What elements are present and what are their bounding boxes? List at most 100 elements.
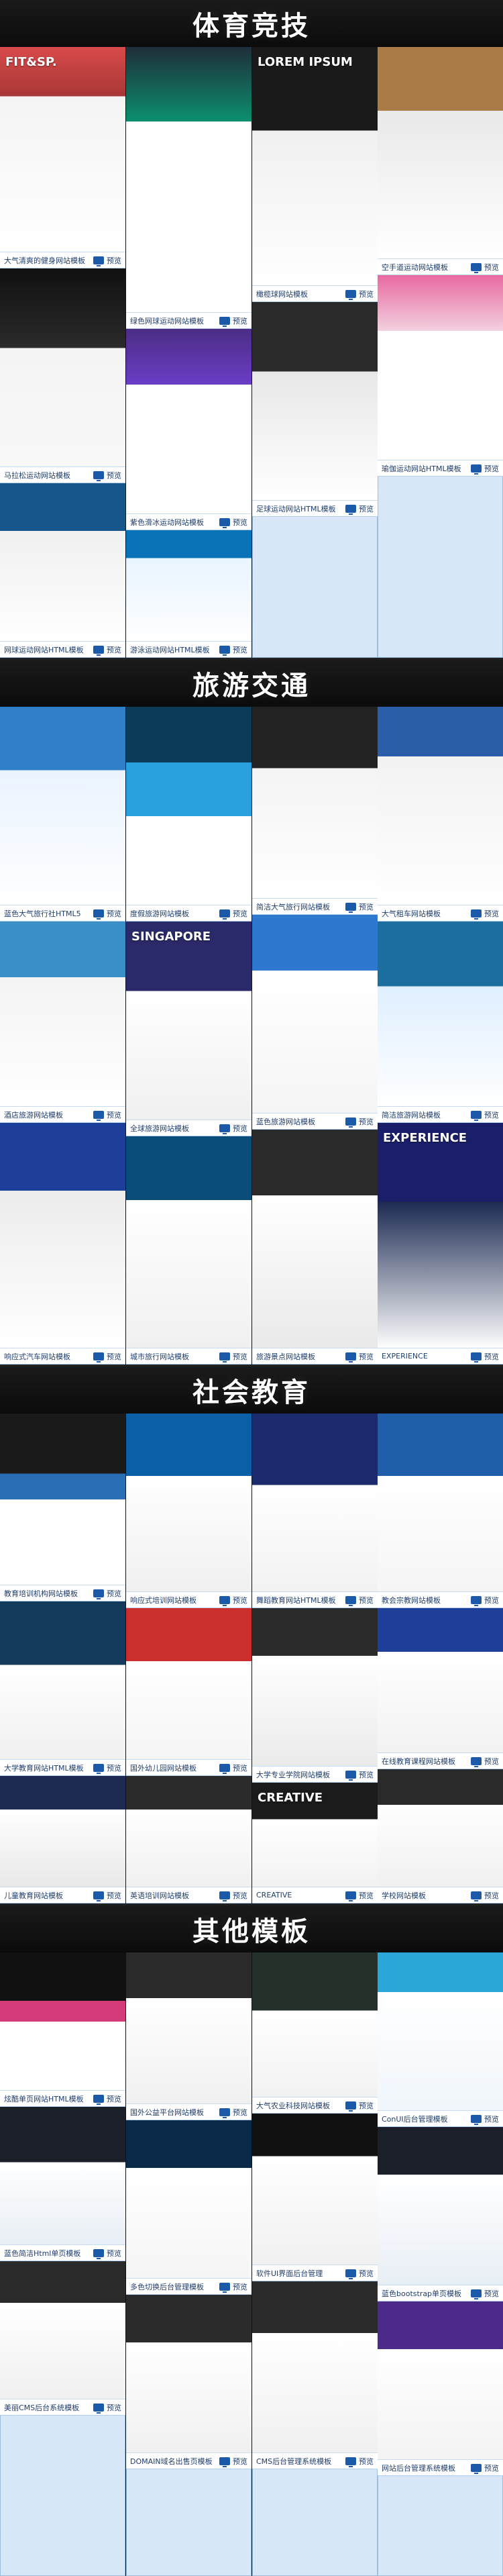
template-caption[interactable]: 舞蹈教育网站HTML模板 预览 <box>252 1591 378 1607</box>
template-caption[interactable]: 大气农业科技网站模板 预览 <box>252 2097 378 2113</box>
template-caption[interactable]: 足球运动网站HTML模板 预览 <box>252 500 378 516</box>
preview-button[interactable]: 预览 <box>345 503 374 515</box>
preview-button[interactable]: 预览 <box>345 2456 374 2467</box>
template-caption[interactable]: 美丽CMS后台系统模板 预览 <box>0 2399 125 2415</box>
template-card[interactable]: 网站后台管理系统模板 预览 <box>378 2301 503 2476</box>
preview-button[interactable]: 预览 <box>93 1109 121 1121</box>
template-caption[interactable]: CREATIVE 预览 <box>252 1887 378 1903</box>
preview-button[interactable]: 预览 <box>219 2107 247 2118</box>
template-caption[interactable]: 大学教育网站HTML模板 预览 <box>0 1759 125 1775</box>
template-caption[interactable]: 英语培训网站模板 预览 <box>126 1887 252 1903</box>
template-caption[interactable]: CMS后台管理系统模板 预览 <box>252 2453 378 2469</box>
template-card[interactable]: 蓝色旅游网站模板 预览 <box>252 915 378 1130</box>
template-name[interactable]: EXPERIENCE <box>382 1352 428 1360</box>
template-name[interactable]: 瑜伽运动网站HTML模板 <box>382 463 461 474</box>
template-card[interactable]: 多色切换后台管理模板 预览 <box>126 2120 252 2295</box>
template-caption[interactable]: 橄榄球网站模板 预览 <box>252 285 378 301</box>
template-name[interactable]: 蓝色旅游网站模板 <box>256 1116 315 1127</box>
preview-button[interactable]: 预览 <box>219 2281 247 2293</box>
template-name[interactable]: DOMAIN域名出售页模板 <box>130 2456 213 2467</box>
preview-button[interactable]: 预览 <box>219 908 247 920</box>
template-name[interactable]: 教会宗教网站模板 <box>382 1595 441 1605</box>
template-card[interactable]: 教育培训机构网站模板 预览 <box>0 1414 125 1601</box>
template-caption[interactable]: 国外幼儿园网站模板 预览 <box>126 1759 252 1775</box>
template-caption[interactable]: 多色切换后台管理模板 预览 <box>126 2278 252 2294</box>
template-name[interactable]: 城市旅行网站模板 <box>130 1351 189 1362</box>
preview-button[interactable]: 预览 <box>93 2248 121 2259</box>
preview-button[interactable]: 预览 <box>471 2288 499 2299</box>
template-name[interactable]: 大气清爽的健身网站模板 <box>4 255 85 266</box>
template-card[interactable]: 城市旅行网站模板 预览 <box>126 1136 252 1365</box>
template-caption[interactable]: 教育培训机构网站模板 预览 <box>0 1585 125 1601</box>
template-caption[interactable]: 度假旅游网站模板 预览 <box>126 905 252 921</box>
template-card[interactable]: 舞蹈教育网站HTML模板 预览 <box>252 1414 378 1608</box>
template-name[interactable]: 大学专业学院网站模板 <box>256 1769 330 1780</box>
template-caption[interactable]: 城市旅行网站模板 预览 <box>126 1348 252 1364</box>
template-name[interactable]: 英语培训网站模板 <box>130 1890 189 1901</box>
template-card[interactable]: 在线教育课程网站模板 预览 <box>378 1608 503 1769</box>
template-name[interactable]: 足球运动网站HTML模板 <box>256 503 336 514</box>
preview-button[interactable]: 预览 <box>345 1116 374 1128</box>
preview-button[interactable]: 预览 <box>345 1890 374 1901</box>
template-name[interactable]: 大气租车网站模板 <box>382 908 441 919</box>
preview-button[interactable]: 预览 <box>471 908 499 920</box>
preview-button[interactable]: 预览 <box>345 1351 374 1363</box>
template-name[interactable]: 儿童教育网站模板 <box>4 1890 63 1901</box>
preview-button[interactable]: 预览 <box>471 1351 499 1363</box>
template-caption[interactable]: DOMAIN域名出售页模板 预览 <box>126 2453 252 2469</box>
template-caption[interactable]: 儿童教育网站模板 预览 <box>0 1887 125 1903</box>
template-caption[interactable]: 简洁旅游网站模板 预览 <box>378 1106 503 1122</box>
template-card[interactable]: 网球运动网站HTML模板 预览 <box>0 483 125 658</box>
template-card[interactable]: 足球运动网站HTML模板 预览 <box>252 302 378 517</box>
preview-button[interactable]: 预览 <box>93 2093 121 2105</box>
template-card[interactable]: 大气租车网站模板 预览 <box>378 707 503 922</box>
template-card[interactable]: 响应式汽车网站模板 预览 <box>0 1123 125 1365</box>
template-card[interactable]: 度假旅游网站模板 预览 <box>126 707 252 922</box>
preview-button[interactable]: 预览 <box>345 1595 374 1606</box>
template-name[interactable]: 国外幼儿园网站模板 <box>130 1763 197 1773</box>
template-card[interactable]: 游泳运动网站HTML模板 预览 <box>126 530 252 658</box>
template-card[interactable]: LOREM IPSUM 橄榄球网站模板 预览 <box>252 47 378 302</box>
template-caption[interactable]: 响应式培训网站模板 预览 <box>126 1591 252 1607</box>
template-name[interactable]: 旅游景点网站模板 <box>256 1351 315 1362</box>
template-name[interactable]: 网球运动网站HTML模板 <box>4 644 84 655</box>
template-name[interactable]: 教育培训机构网站模板 <box>4 1588 78 1599</box>
preview-button[interactable]: 预览 <box>345 1769 374 1781</box>
template-name[interactable]: 学校网站模板 <box>382 1890 426 1901</box>
template-card[interactable]: 酒店旅游网站模板 预览 <box>0 922 125 1123</box>
preview-button[interactable]: 预览 <box>219 1351 247 1363</box>
template-card[interactable]: 旅游景点网站模板 预览 <box>252 1130 378 1365</box>
template-card[interactable]: SINGAPORE 全球旅游网站模板 预览 <box>126 922 252 1136</box>
template-name[interactable]: ConUI后台管理模板 <box>382 2114 448 2124</box>
template-name[interactable]: CREATIVE <box>256 1891 292 1899</box>
preview-button[interactable]: 预览 <box>471 1595 499 1606</box>
template-card[interactable]: DOMAIN域名出售页模板 预览 <box>126 2295 252 2469</box>
preview-button[interactable]: 预览 <box>93 1890 121 1901</box>
template-name[interactable]: 空手道运动网站模板 <box>382 262 448 273</box>
template-caption[interactable]: 马拉松运动网站模板 预览 <box>0 466 125 483</box>
template-caption[interactable]: 绿色网球运动网站模板 预览 <box>126 312 252 328</box>
template-card[interactable]: 软件UI界面后台管理 预览 <box>252 2114 378 2281</box>
template-caption[interactable]: EXPERIENCE 预览 <box>378 1348 503 1364</box>
template-caption[interactable]: 大气清爽的健身网站模板 预览 <box>0 252 125 268</box>
preview-button[interactable]: 预览 <box>345 289 374 300</box>
template-card[interactable]: 紫色滑冰运动网站模板 预览 <box>126 329 252 530</box>
template-name[interactable]: 橄榄球网站模板 <box>256 289 308 299</box>
template-caption[interactable]: 游泳运动网站HTML模板 预览 <box>126 641 252 657</box>
template-card[interactable]: 教会宗教网站模板 预览 <box>378 1414 503 1608</box>
template-caption[interactable]: ConUI后台管理模板 预览 <box>378 2110 503 2126</box>
template-name[interactable]: 大学教育网站HTML模板 <box>4 1763 84 1773</box>
preview-button[interactable]: 预览 <box>471 1890 499 1901</box>
preview-button[interactable]: 预览 <box>93 1588 121 1599</box>
template-card[interactable]: FIT&SP. 大气清爽的健身网站模板 预览 <box>0 47 125 268</box>
template-name[interactable]: 国外公益平台网站模板 <box>130 2107 204 2118</box>
preview-button[interactable]: 预览 <box>93 1351 121 1363</box>
template-card[interactable]: 英语培训网站模板 预览 <box>126 1776 252 1903</box>
preview-button[interactable]: 预览 <box>219 517 247 528</box>
preview-button[interactable]: 预览 <box>219 1595 247 1606</box>
template-caption[interactable]: 教会宗教网站模板 预览 <box>378 1591 503 1607</box>
template-card[interactable]: EXPERIENCE EXPERIENCE 预览 <box>378 1123 503 1365</box>
template-caption[interactable]: 紫色滑冰运动网站模板 预览 <box>126 513 252 530</box>
preview-button[interactable]: 预览 <box>219 644 247 656</box>
preview-button[interactable]: 预览 <box>471 2463 499 2474</box>
